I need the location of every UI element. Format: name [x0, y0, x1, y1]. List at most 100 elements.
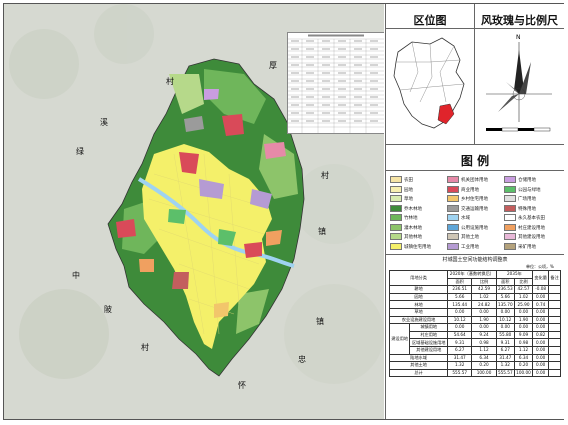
row-name: 总计 [388, 368, 449, 378]
cell-r1: 9.24 [471, 330, 497, 340]
row-name: 园地 [388, 292, 449, 302]
divider [474, 4, 475, 144]
legend-item: 草地 [390, 195, 413, 203]
legend-label: 村庄建设用地 [518, 225, 545, 231]
cell-c: 0.00 [532, 315, 550, 325]
legend-label: 永久基本农田 [518, 216, 545, 221]
map-label: 村 [141, 343, 149, 352]
divider [386, 144, 564, 145]
cell-a2: 0.00 [495, 307, 515, 317]
cell-r2: 0.00 [513, 323, 534, 332]
legend-label: 农田 [404, 178, 413, 183]
legend-item: 工业用地 [447, 242, 479, 251]
legend-label: 商业用地 [461, 187, 479, 193]
north-letter: N [516, 34, 521, 41]
legend-label: 城镇住宅用地 [404, 244, 431, 250]
cell-r2: 9.09 [513, 330, 534, 340]
legend-item: 采矿用地 [504, 242, 536, 251]
cell-a1: 0.00 [447, 307, 473, 317]
header-base: 2020年（基数转换后） [447, 270, 497, 279]
cell-a2: 555.57 [495, 368, 515, 378]
legend-item: 园地 [390, 185, 413, 194]
cell-a2: 6.27 [495, 345, 515, 355]
legend-label: 乔木林地 [404, 206, 422, 212]
table-row: 陆地水域 31.47 6.34 31.47 6.34 0.00 [388, 353, 561, 363]
legend-label: 采矿用地 [518, 244, 536, 250]
cell-r2: 1.90 [513, 315, 534, 325]
table-row: 耕地 236.51 42.59 236.53 42.57 -0.08 [388, 285, 561, 294]
legend-swatch [504, 223, 516, 231]
wind-rose [486, 42, 552, 132]
legend-label: 灌木林地 [404, 225, 422, 231]
map-label: 中 [72, 271, 80, 280]
header-category: 用地分类 [388, 269, 449, 287]
row-name: 其他建设用地 [409, 345, 449, 355]
header-ratio: 比例 [471, 277, 497, 287]
legend-swatch [504, 185, 516, 193]
cell-a1: 10.12 [447, 315, 473, 325]
map-label: 绿 [76, 147, 84, 156]
table-row: 区域基础设施用地 9.31 0.98 9.31 0.98 0.00 [390, 338, 561, 347]
cell-c: 0.00 [532, 368, 550, 378]
cell-c: 0.00 [532, 345, 550, 355]
row-name: 林地 [388, 300, 449, 309]
legend-label: 水域 [461, 216, 470, 221]
cell-r1: 24.82 [471, 300, 497, 309]
cell-r2: 100.00 [513, 368, 534, 378]
divider [386, 254, 564, 255]
header-area: 面积 [495, 277, 515, 287]
legend-item: 广场用地 [504, 195, 536, 203]
legend-item: 商业用地 [447, 185, 479, 194]
cell-a2: 0.00 [495, 323, 515, 332]
legend-swatch [390, 176, 402, 183]
legend-swatch [447, 204, 459, 212]
map-label: 村 [166, 77, 174, 86]
legend-item: 乡村住宅用地 [447, 195, 488, 203]
header-target: 2035年 [495, 270, 534, 279]
side-panel: 区位图 风玫瑰与比例尺 N 图 例 农田 园地 草地 乔木林地 竹林地 灌木林地… [385, 4, 564, 419]
cell-c: 0.82 [532, 330, 550, 340]
cell-a2: 236.53 [495, 285, 515, 294]
legend-swatch [447, 242, 459, 250]
cell-r1: 0.00 [471, 307, 497, 317]
land-use-map: 村 厚 溪 村 绿 镇 中 陂 忠 村 怀 镇 [4, 4, 384, 419]
table-row: 其他土地 1.32 0.20 1.32 0.20 0.00 [388, 361, 561, 370]
cell-a2: 55.80 [495, 330, 515, 340]
legend-swatch [447, 233, 459, 240]
legend-label: 其他建设用地 [518, 235, 545, 240]
legend-swatch [390, 242, 402, 250]
legend-item: 竹林地 [390, 214, 418, 222]
cell-note [548, 300, 561, 309]
map-label: 陂 [104, 305, 112, 314]
cell-note [548, 361, 561, 370]
header-ratio: 比例 [513, 277, 534, 287]
divider [386, 28, 564, 29]
legend-label: 乡村住宅用地 [461, 197, 488, 202]
cell-a1: 5.66 [447, 292, 473, 302]
cell-r1: 6.34 [471, 353, 497, 363]
cell-a1: 0.00 [447, 323, 473, 332]
legend-label: 其他林地 [404, 235, 422, 240]
legend-label: 机关团体用地 [461, 178, 488, 183]
legend-label: 交通运输用地 [461, 206, 488, 212]
cell-a1: 6.27 [447, 345, 473, 355]
cell-a1: 9.31 [447, 338, 473, 347]
legend-label: 竹林地 [404, 216, 418, 221]
cell-r1: 1.90 [471, 315, 497, 325]
cell-note [548, 285, 561, 294]
table-row: 草地 0.00 0.00 0.00 0.00 0.00 [388, 307, 561, 317]
table-row: 园地 5.66 1.02 5.66 1.02 0.00 [388, 292, 561, 302]
legend-swatch [390, 214, 402, 221]
cell-note [548, 323, 561, 332]
legend-item: 其他土地 [447, 233, 479, 241]
cell-r1: 0.20 [471, 361, 497, 370]
legend-item: 其他建设用地 [504, 233, 545, 241]
land-use-adjustment-table: 用地分类 2020年（基数转换后） 2035年 变化量 备注 面积 比例 面积 … [388, 269, 561, 378]
legend-label: 公用设施用地 [461, 225, 488, 231]
legend-swatch [504, 242, 516, 250]
cell-note [548, 368, 561, 378]
table-row: 其他建设用地 6.27 1.12 6.27 1.12 0.00 [390, 345, 561, 355]
cell-r1: 100.00 [471, 368, 497, 378]
table-row: 村庄用地 54.64 9.24 55.80 9.09 0.82 [390, 330, 561, 340]
cell-a1: 135.44 [447, 300, 473, 309]
